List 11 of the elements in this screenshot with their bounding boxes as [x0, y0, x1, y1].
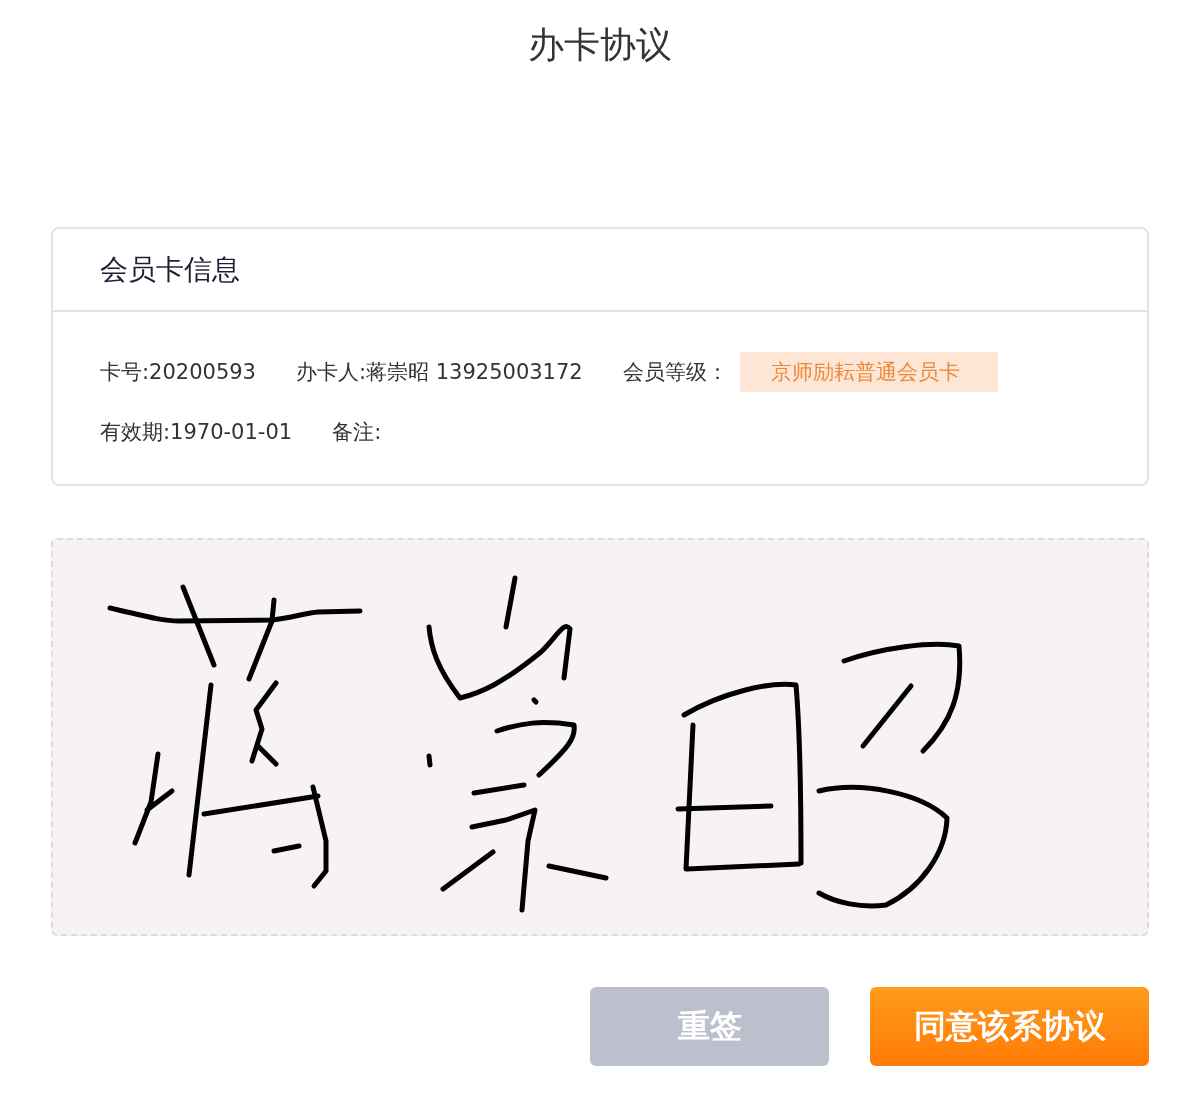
info-text: 办卡人:蒋崇昭 13925003172 — [295, 359, 583, 386]
info-text: 有效期:1970-01-01 — [100, 419, 293, 446]
page-title: 办卡协议 — [528, 23, 672, 67]
info-text: 会员等级： — [622, 359, 728, 386]
card-title: 会员卡信息 — [100, 252, 240, 287]
member-level-tag: 京师励耘普通会员卡 — [739, 352, 998, 392]
signature-pad[interactable] — [51, 538, 1149, 936]
re-sign-button[interactable]: 重签 — [590, 987, 829, 1066]
agree-button[interactable]: 同意该系协议 — [870, 987, 1149, 1066]
info-text: 卡号:20200593 — [100, 359, 256, 386]
info-text: 备注: — [332, 419, 382, 446]
